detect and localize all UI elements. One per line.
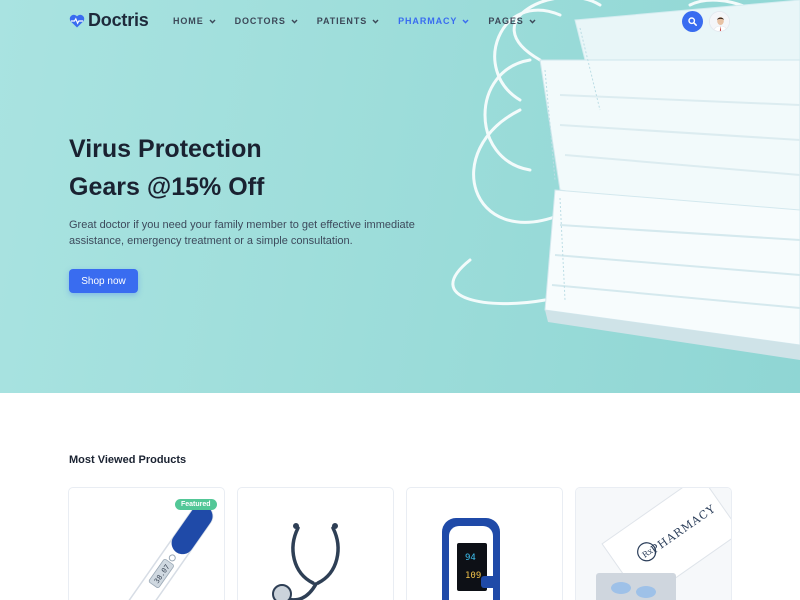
product-card-stethoscope[interactable] xyxy=(237,487,394,600)
section-title: Most Viewed Products xyxy=(69,454,187,466)
nav-item-patients[interactable]: PATIENTS xyxy=(317,16,379,26)
hero-banner: Doctris HOME DOCTORS PATIENTS PHARMACY P… xyxy=(0,0,800,393)
nav-item-label: PATIENTS xyxy=(316,16,368,26)
user-avatar[interactable] xyxy=(709,11,730,32)
pill-box-image: Rx PHARMACY xyxy=(576,488,731,600)
brand-logo[interactable]: Doctris xyxy=(69,10,149,31)
brand-name: Doctris xyxy=(88,10,149,30)
spo2-reading: 94 xyxy=(465,553,476,563)
top-nav: Doctris HOME DOCTORS PATIENTS PHARMACY P… xyxy=(0,0,800,44)
shop-now-button[interactable]: Shop now xyxy=(69,269,138,293)
product-card-pharmacy-box[interactable]: Rx PHARMACY xyxy=(575,487,732,600)
nav-item-label: PAGES xyxy=(488,16,524,26)
search-icon xyxy=(688,17,697,26)
nav-item-label: DOCTORS xyxy=(234,16,286,26)
nav-item-pharmacy[interactable]: PHARMACY xyxy=(398,16,469,26)
pulse-oximeter-image: 94 109 xyxy=(442,518,500,600)
chevron-down-icon xyxy=(462,19,469,24)
hero-title-line2: Gears @15% Off xyxy=(69,173,265,201)
chevron-down-icon xyxy=(372,19,379,24)
main-menu: HOME DOCTORS PATIENTS PHARMACY PAGES xyxy=(173,16,555,26)
pr-reading: 109 xyxy=(465,571,481,581)
nav-item-pages[interactable]: PAGES xyxy=(488,16,536,26)
nav-item-label: PHARMACY xyxy=(398,16,458,26)
featured-badge: Featured xyxy=(175,499,217,510)
chevron-down-icon xyxy=(291,19,298,24)
hero-title-line1: Virus Protection xyxy=(69,135,262,163)
nav-item-label: HOME xyxy=(173,16,204,26)
product-card-thermometer[interactable]: 38.07 Featured xyxy=(68,487,225,600)
product-card-oximeter[interactable]: 94 109 xyxy=(406,487,563,600)
nav-item-home[interactable]: HOME xyxy=(173,16,216,26)
chevron-down-icon xyxy=(529,19,536,24)
product-list: 38.07 Featured 94 109 Rx PHARMACY xyxy=(68,487,732,600)
chevron-down-icon xyxy=(209,19,216,24)
doctor-avatar-image xyxy=(710,12,729,31)
search-button[interactable] xyxy=(682,11,703,32)
nav-item-doctors[interactable]: DOCTORS xyxy=(235,16,298,26)
hero-title: Virus Protection Gears @15% Off xyxy=(69,130,409,206)
hero-description: Great doctor if you need your family mem… xyxy=(69,219,415,247)
heart-pulse-icon xyxy=(69,14,85,27)
stethoscope-image xyxy=(272,523,340,600)
